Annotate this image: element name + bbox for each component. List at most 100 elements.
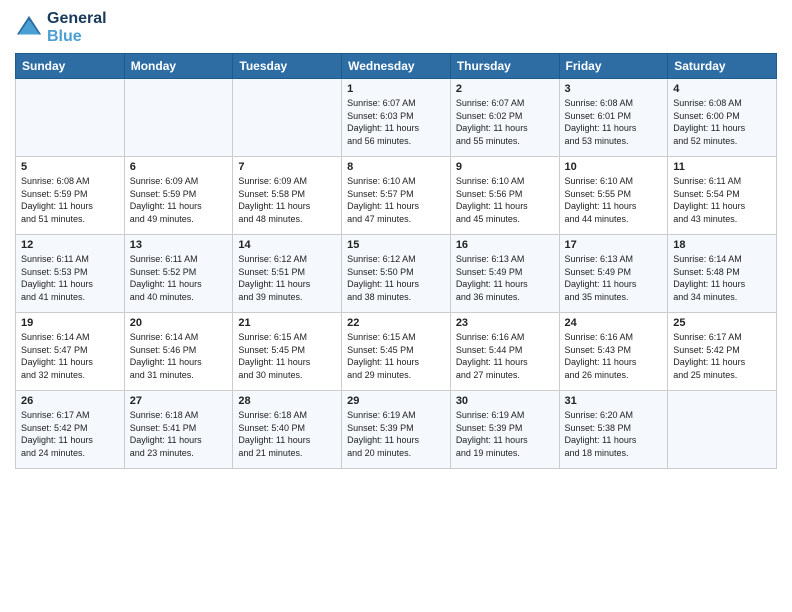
calendar-cell: 2 Sunrise: 6:07 AM Sunset: 6:02 PM Daylig…: [450, 79, 559, 157]
logo-text: General Blue: [47, 10, 107, 45]
day-header-monday: Monday: [124, 54, 233, 79]
day-number: 15: [347, 239, 445, 251]
calendar-cell: 3 Sunrise: 6:08 AM Sunset: 6:01 PM Daylig…: [559, 79, 668, 157]
day-number: 26: [21, 395, 119, 407]
cell-details: Sunrise: 6:10 AM Sunset: 5:55 PM Dayligh…: [565, 175, 663, 225]
day-number: 21: [238, 317, 336, 329]
cell-details: Sunrise: 6:12 AM Sunset: 5:51 PM Dayligh…: [238, 253, 336, 303]
calendar-cell: 5 Sunrise: 6:08 AM Sunset: 5:59 PM Daylig…: [16, 157, 125, 235]
day-number: 3: [565, 83, 663, 95]
cell-details: Sunrise: 6:08 AM Sunset: 5:59 PM Dayligh…: [21, 175, 119, 225]
cell-details: Sunrise: 6:14 AM Sunset: 5:47 PM Dayligh…: [21, 331, 119, 381]
cell-details: Sunrise: 6:07 AM Sunset: 6:02 PM Dayligh…: [456, 97, 554, 147]
cell-details: Sunrise: 6:10 AM Sunset: 5:56 PM Dayligh…: [456, 175, 554, 225]
calendar-cell: 31 Sunrise: 6:20 AM Sunset: 5:38 PM Dayli…: [559, 391, 668, 469]
day-number: 1: [347, 83, 445, 95]
calendar-cell: 15 Sunrise: 6:12 AM Sunset: 5:50 PM Dayli…: [342, 235, 451, 313]
cell-details: Sunrise: 6:11 AM Sunset: 5:53 PM Dayligh…: [21, 253, 119, 303]
day-header-thursday: Thursday: [450, 54, 559, 79]
page-container: General Blue SundayMondayTuesdayWednesda…: [0, 0, 792, 474]
cell-details: Sunrise: 6:18 AM Sunset: 5:41 PM Dayligh…: [130, 409, 228, 459]
cell-details: Sunrise: 6:11 AM Sunset: 5:52 PM Dayligh…: [130, 253, 228, 303]
day-header-friday: Friday: [559, 54, 668, 79]
calendar-cell: 23 Sunrise: 6:16 AM Sunset: 5:44 PM Dayli…: [450, 313, 559, 391]
cell-details: Sunrise: 6:20 AM Sunset: 5:38 PM Dayligh…: [565, 409, 663, 459]
calendar-cell: 26 Sunrise: 6:17 AM Sunset: 5:42 PM Dayli…: [16, 391, 125, 469]
calendar-week-3: 12 Sunrise: 6:11 AM Sunset: 5:53 PM Dayli…: [16, 235, 777, 313]
cell-details: Sunrise: 6:09 AM Sunset: 5:59 PM Dayligh…: [130, 175, 228, 225]
calendar-cell: 7Sunrise: 6:09 AM Sunset: 5:58 PM Daylig…: [233, 157, 342, 235]
day-header-wednesday: Wednesday: [342, 54, 451, 79]
day-number: 24: [565, 317, 663, 329]
cell-details: Sunrise: 6:16 AM Sunset: 5:44 PM Dayligh…: [456, 331, 554, 381]
day-number: 25: [673, 317, 771, 329]
cell-details: Sunrise: 6:13 AM Sunset: 5:49 PM Dayligh…: [565, 253, 663, 303]
calendar-cell: 14 Sunrise: 6:12 AM Sunset: 5:51 PM Dayli…: [233, 235, 342, 313]
day-number: 27: [130, 395, 228, 407]
calendar-cell: 30Sunrise: 6:19 AM Sunset: 5:39 PM Dayli…: [450, 391, 559, 469]
day-header-tuesday: Tuesday: [233, 54, 342, 79]
calendar-cell: 11 Sunrise: 6:11 AM Sunset: 5:54 PM Dayli…: [668, 157, 777, 235]
cell-details: Sunrise: 6:15 AM Sunset: 5:45 PM Dayligh…: [238, 331, 336, 381]
calendar-cell: 9 Sunrise: 6:10 AM Sunset: 5:56 PM Daylig…: [450, 157, 559, 235]
day-number: 28: [238, 395, 336, 407]
calendar-cell: 10 Sunrise: 6:10 AM Sunset: 5:55 PM Dayli…: [559, 157, 668, 235]
day-number: 7: [238, 161, 336, 173]
day-number: 17: [565, 239, 663, 251]
cell-details: Sunrise: 6:13 AM Sunset: 5:49 PM Dayligh…: [456, 253, 554, 303]
calendar-header-row: SundayMondayTuesdayWednesdayThursdayFrid…: [16, 54, 777, 79]
cell-details: Sunrise: 6:10 AM Sunset: 5:57 PM Dayligh…: [347, 175, 445, 225]
day-number: 22: [347, 317, 445, 329]
calendar-cell: 4 Sunrise: 6:08 AM Sunset: 6:00 PM Daylig…: [668, 79, 777, 157]
day-number: 19: [21, 317, 119, 329]
calendar-body: 1 Sunrise: 6:07 AM Sunset: 6:03 PM Daylig…: [16, 79, 777, 469]
calendar-week-1: 1 Sunrise: 6:07 AM Sunset: 6:03 PM Daylig…: [16, 79, 777, 157]
day-number: 23: [456, 317, 554, 329]
calendar-cell: 28 Sunrise: 6:18 AM Sunset: 5:40 PM Dayli…: [233, 391, 342, 469]
calendar-cell: 21 Sunrise: 6:15 AM Sunset: 5:45 PM Dayli…: [233, 313, 342, 391]
day-number: 4: [673, 83, 771, 95]
day-number: 18: [673, 239, 771, 251]
cell-details: Sunrise: 6:08 AM Sunset: 6:01 PM Dayligh…: [565, 97, 663, 147]
calendar-cell: 25 Sunrise: 6:17 AM Sunset: 5:42 PM Dayli…: [668, 313, 777, 391]
day-number: 5: [21, 161, 119, 173]
calendar-cell: 22 Sunrise: 6:15 AM Sunset: 5:45 PM Dayli…: [342, 313, 451, 391]
day-number: 9: [456, 161, 554, 173]
cell-details: Sunrise: 6:08 AM Sunset: 6:00 PM Dayligh…: [673, 97, 771, 147]
cell-details: Sunrise: 6:17 AM Sunset: 5:42 PM Dayligh…: [673, 331, 771, 381]
calendar-cell: 24Sunrise: 6:16 AM Sunset: 5:43 PM Dayli…: [559, 313, 668, 391]
calendar-cell: [16, 79, 125, 157]
cell-details: Sunrise: 6:11 AM Sunset: 5:54 PM Dayligh…: [673, 175, 771, 225]
cell-details: Sunrise: 6:18 AM Sunset: 5:40 PM Dayligh…: [238, 409, 336, 459]
calendar-cell: 8 Sunrise: 6:10 AM Sunset: 5:57 PM Daylig…: [342, 157, 451, 235]
cell-details: Sunrise: 6:14 AM Sunset: 5:48 PM Dayligh…: [673, 253, 771, 303]
day-header-saturday: Saturday: [668, 54, 777, 79]
calendar-week-5: 26 Sunrise: 6:17 AM Sunset: 5:42 PM Dayli…: [16, 391, 777, 469]
day-number: 14: [238, 239, 336, 251]
day-number: 11: [673, 161, 771, 173]
calendar-cell: 12 Sunrise: 6:11 AM Sunset: 5:53 PM Dayli…: [16, 235, 125, 313]
day-number: 12: [21, 239, 119, 251]
logo: General Blue: [15, 10, 107, 45]
calendar-cell: 16Sunrise: 6:13 AM Sunset: 5:49 PM Dayli…: [450, 235, 559, 313]
calendar-week-4: 19 Sunrise: 6:14 AM Sunset: 5:47 PM Dayli…: [16, 313, 777, 391]
calendar-cell: 20 Sunrise: 6:14 AM Sunset: 5:46 PM Dayli…: [124, 313, 233, 391]
calendar-cell: 19 Sunrise: 6:14 AM Sunset: 5:47 PM Dayli…: [16, 313, 125, 391]
calendar-cell: 6 Sunrise: 6:09 AM Sunset: 5:59 PM Daylig…: [124, 157, 233, 235]
cell-details: Sunrise: 6:12 AM Sunset: 5:50 PM Dayligh…: [347, 253, 445, 303]
cell-details: Sunrise: 6:15 AM Sunset: 5:45 PM Dayligh…: [347, 331, 445, 381]
day-number: 31: [565, 395, 663, 407]
calendar-week-2: 5 Sunrise: 6:08 AM Sunset: 5:59 PM Daylig…: [16, 157, 777, 235]
day-number: 2: [456, 83, 554, 95]
calendar-cell: 27 Sunrise: 6:18 AM Sunset: 5:41 PM Dayli…: [124, 391, 233, 469]
day-number: 20: [130, 317, 228, 329]
day-number: 8: [347, 161, 445, 173]
cell-details: Sunrise: 6:19 AM Sunset: 5:39 PM Dayligh…: [456, 409, 554, 459]
logo-icon: [15, 14, 43, 42]
cell-details: Sunrise: 6:17 AM Sunset: 5:42 PM Dayligh…: [21, 409, 119, 459]
day-number: 10: [565, 161, 663, 173]
day-number: 6: [130, 161, 228, 173]
cell-details: Sunrise: 6:14 AM Sunset: 5:46 PM Dayligh…: [130, 331, 228, 381]
calendar-cell: 18 Sunrise: 6:14 AM Sunset: 5:48 PM Dayli…: [668, 235, 777, 313]
cell-details: Sunrise: 6:07 AM Sunset: 6:03 PM Dayligh…: [347, 97, 445, 147]
